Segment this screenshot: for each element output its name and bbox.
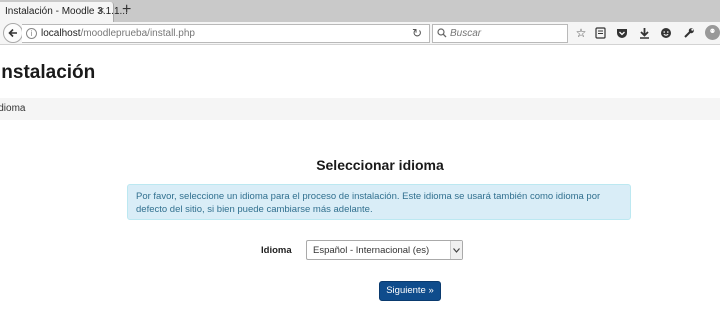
navigation-bar: i localhost/moodleprueba/install.php ↻ B… — [0, 22, 720, 45]
smiley-icon[interactable] — [659, 26, 673, 40]
language-select[interactable]: Español - Internacional (es) — [306, 240, 463, 260]
pocket-icon[interactable] — [615, 26, 629, 40]
bookmark-star-icon[interactable]: ☆ — [574, 26, 588, 40]
reading-list-icon[interactable] — [593, 26, 607, 40]
account-avatar-icon[interactable]: ⚉ — [705, 25, 720, 40]
search-box[interactable]: Buscar — [432, 24, 568, 43]
chevron-down-icon[interactable] — [450, 241, 462, 259]
page-title: Instalación — [0, 62, 96, 83]
search-icon — [437, 28, 447, 38]
browser-tab[interactable]: Instalación - Moodle 3.1.1... × — [0, 2, 128, 22]
next-button[interactable]: Siguiente » — [379, 281, 441, 301]
tab-close-icon[interactable]: × — [98, 5, 104, 17]
info-icon[interactable]: i — [26, 28, 37, 39]
breadcrumb-bar: idioma — [0, 98, 720, 120]
info-alert: Por favor, seleccione un idioma para el … — [127, 184, 631, 220]
url-host: localhost — [41, 28, 81, 39]
section-heading: Seleccionar idioma — [316, 157, 444, 173]
breadcrumb: idioma — [0, 103, 26, 114]
back-arrow-icon — [8, 28, 17, 38]
tab-bar: Instalación - Moodle 3.1.1... × + — [0, 0, 720, 22]
search-input[interactable]: Buscar — [450, 28, 481, 39]
download-icon[interactable] — [637, 26, 651, 40]
new-tab-button[interactable]: + — [122, 1, 131, 19]
address-bar[interactable]: i localhost/moodleprueba/install.php ↻ — [22, 24, 430, 43]
wrench-icon[interactable] — [682, 26, 696, 40]
url-path: /moodleprueba/install.php — [80, 28, 195, 39]
language-selected-value: Español - Internacional (es) — [313, 245, 430, 256]
language-label: Idioma — [261, 245, 292, 256]
url-text: localhost/moodleprueba/install.php — [41, 28, 195, 39]
back-button[interactable] — [3, 23, 23, 43]
reload-icon[interactable]: ↻ — [412, 26, 422, 40]
tab-title: Instalación - Moodle 3.1.1... — [5, 6, 128, 17]
